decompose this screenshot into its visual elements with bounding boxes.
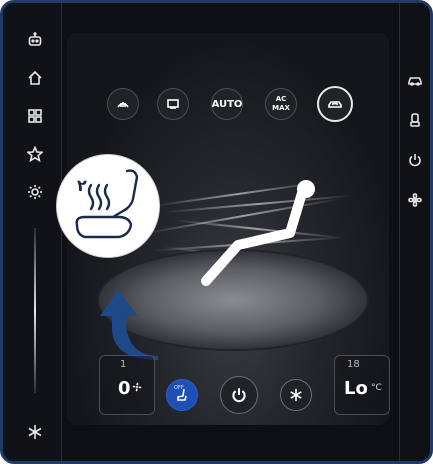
max-label: MAX <box>272 104 290 112</box>
recirculation-icon <box>328 101 342 108</box>
pointer-arrow <box>100 290 158 360</box>
home-icon[interactable] <box>24 67 46 89</box>
grid-icon[interactable] <box>24 105 46 127</box>
star-icon[interactable] <box>24 143 46 165</box>
fan-icon <box>132 382 142 392</box>
front-defrost-button[interactable] <box>107 88 139 120</box>
temperature-value: Lo <box>344 378 368 399</box>
auto-button[interactable]: AUTO <box>211 88 243 120</box>
seat-illustration <box>198 173 328 293</box>
left-sidebar <box>3 3 62 461</box>
temperature-small-value: 18 <box>347 359 360 370</box>
ac-label: AC <box>275 95 287 103</box>
heated-seat-icon <box>75 169 139 239</box>
seat-heat-button[interactable]: OFF <box>166 379 198 411</box>
snow-mode-button[interactable] <box>280 379 312 411</box>
fan-small-value: 1 <box>120 359 127 370</box>
power-button[interactable] <box>220 376 258 414</box>
recirculation-button[interactable] <box>317 86 353 122</box>
front-defrost-icon <box>117 102 129 108</box>
temperature-unit: °C <box>371 383 382 393</box>
auto-label: AUTO <box>211 98 243 110</box>
car-icon[interactable] <box>404 69 426 91</box>
app-frame: AUTO AC MAX ٢ 1 0 OFF 18 Lo °C <box>0 0 433 464</box>
fan-speed-value: 0 <box>118 378 131 399</box>
seat-heat-off-label: OFF <box>174 385 184 391</box>
temperature-panel[interactable]: 18 Lo °C <box>334 355 390 415</box>
right-sidebar <box>399 3 430 461</box>
heat-level-number: ٢ <box>77 176 87 195</box>
heated-seat-callout: ٢ <box>56 154 160 258</box>
seat-icon[interactable] <box>404 109 426 131</box>
ac-max-button[interactable]: AC MAX <box>265 88 297 120</box>
brightness-slider[interactable] <box>34 228 36 393</box>
snowflake-icon[interactable] <box>24 421 46 443</box>
brightness-icon[interactable] <box>24 181 46 203</box>
fan-speed-panel[interactable]: 1 0 <box>99 355 155 415</box>
power-icon <box>232 388 246 403</box>
fan-icon[interactable] <box>404 189 426 211</box>
snowflake-icon <box>290 388 302 402</box>
robot-icon[interactable] <box>24 29 46 51</box>
power-icon[interactable] <box>404 149 426 171</box>
rear-defrost-icon <box>167 99 179 109</box>
rear-defrost-button[interactable] <box>157 88 189 120</box>
